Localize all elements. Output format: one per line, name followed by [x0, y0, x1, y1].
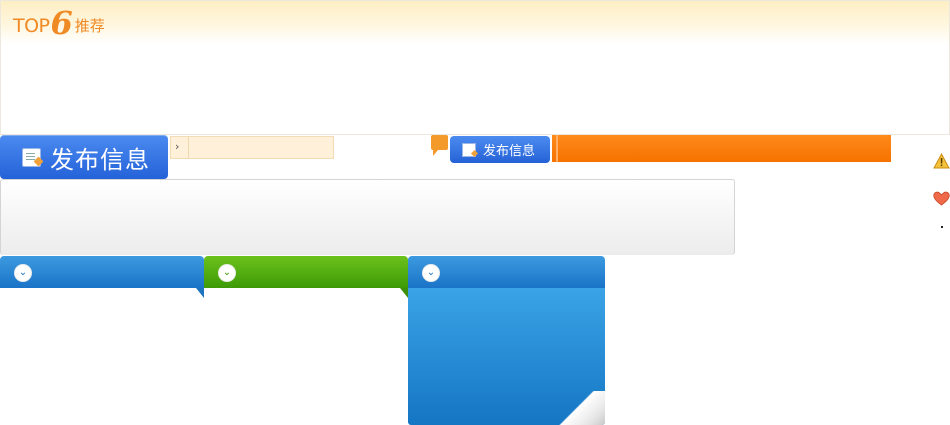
- content-panel: [0, 179, 735, 255]
- page-curl-corner: [550, 391, 605, 425]
- top6-banner: TOP 6 推荐: [0, 0, 950, 135]
- chevron-down-icon[interactable]: ⌄: [218, 264, 236, 282]
- publish-info-button-large[interactable]: 发布信息: [0, 135, 168, 179]
- tab-green[interactable]: ⌄: [204, 256, 408, 298]
- blue-card: [408, 288, 605, 425]
- publish-info-button-small[interactable]: 发布信息: [450, 136, 550, 163]
- chevron-down-icon[interactable]: ⌄: [422, 264, 440, 282]
- tab-blue-active[interactable]: ⌄: [408, 256, 605, 294]
- chevron-down-icon[interactable]: ⌄: [14, 264, 32, 282]
- tab-fold: [400, 288, 408, 298]
- flag-icon: [431, 135, 448, 156]
- logo-number: 6: [50, 4, 73, 42]
- edit-icon: [462, 142, 476, 157]
- bullet-dot: [941, 226, 943, 228]
- banner-header-bar: [1, 1, 949, 44]
- edit-icon: [22, 147, 41, 167]
- field-divider: [188, 137, 189, 158]
- nav-separator: [556, 135, 558, 162]
- top6-logo: TOP 6 推荐: [13, 5, 105, 39]
- chevron-right-icon: ›: [175, 140, 180, 153]
- tab-fold: [196, 288, 204, 298]
- logo-top-text: TOP: [13, 15, 50, 37]
- logo-suffix: 推荐: [74, 17, 105, 35]
- info-field[interactable]: ›: [170, 136, 334, 159]
- tab-blue[interactable]: ⌄: [0, 256, 204, 298]
- orange-nav-bar: [552, 135, 891, 162]
- warning-icon: [933, 153, 950, 169]
- heart-icon[interactable]: [933, 190, 950, 207]
- publish-info-small-label: 发布信息: [483, 144, 536, 159]
- publish-info-label: 发布信息: [50, 145, 150, 174]
